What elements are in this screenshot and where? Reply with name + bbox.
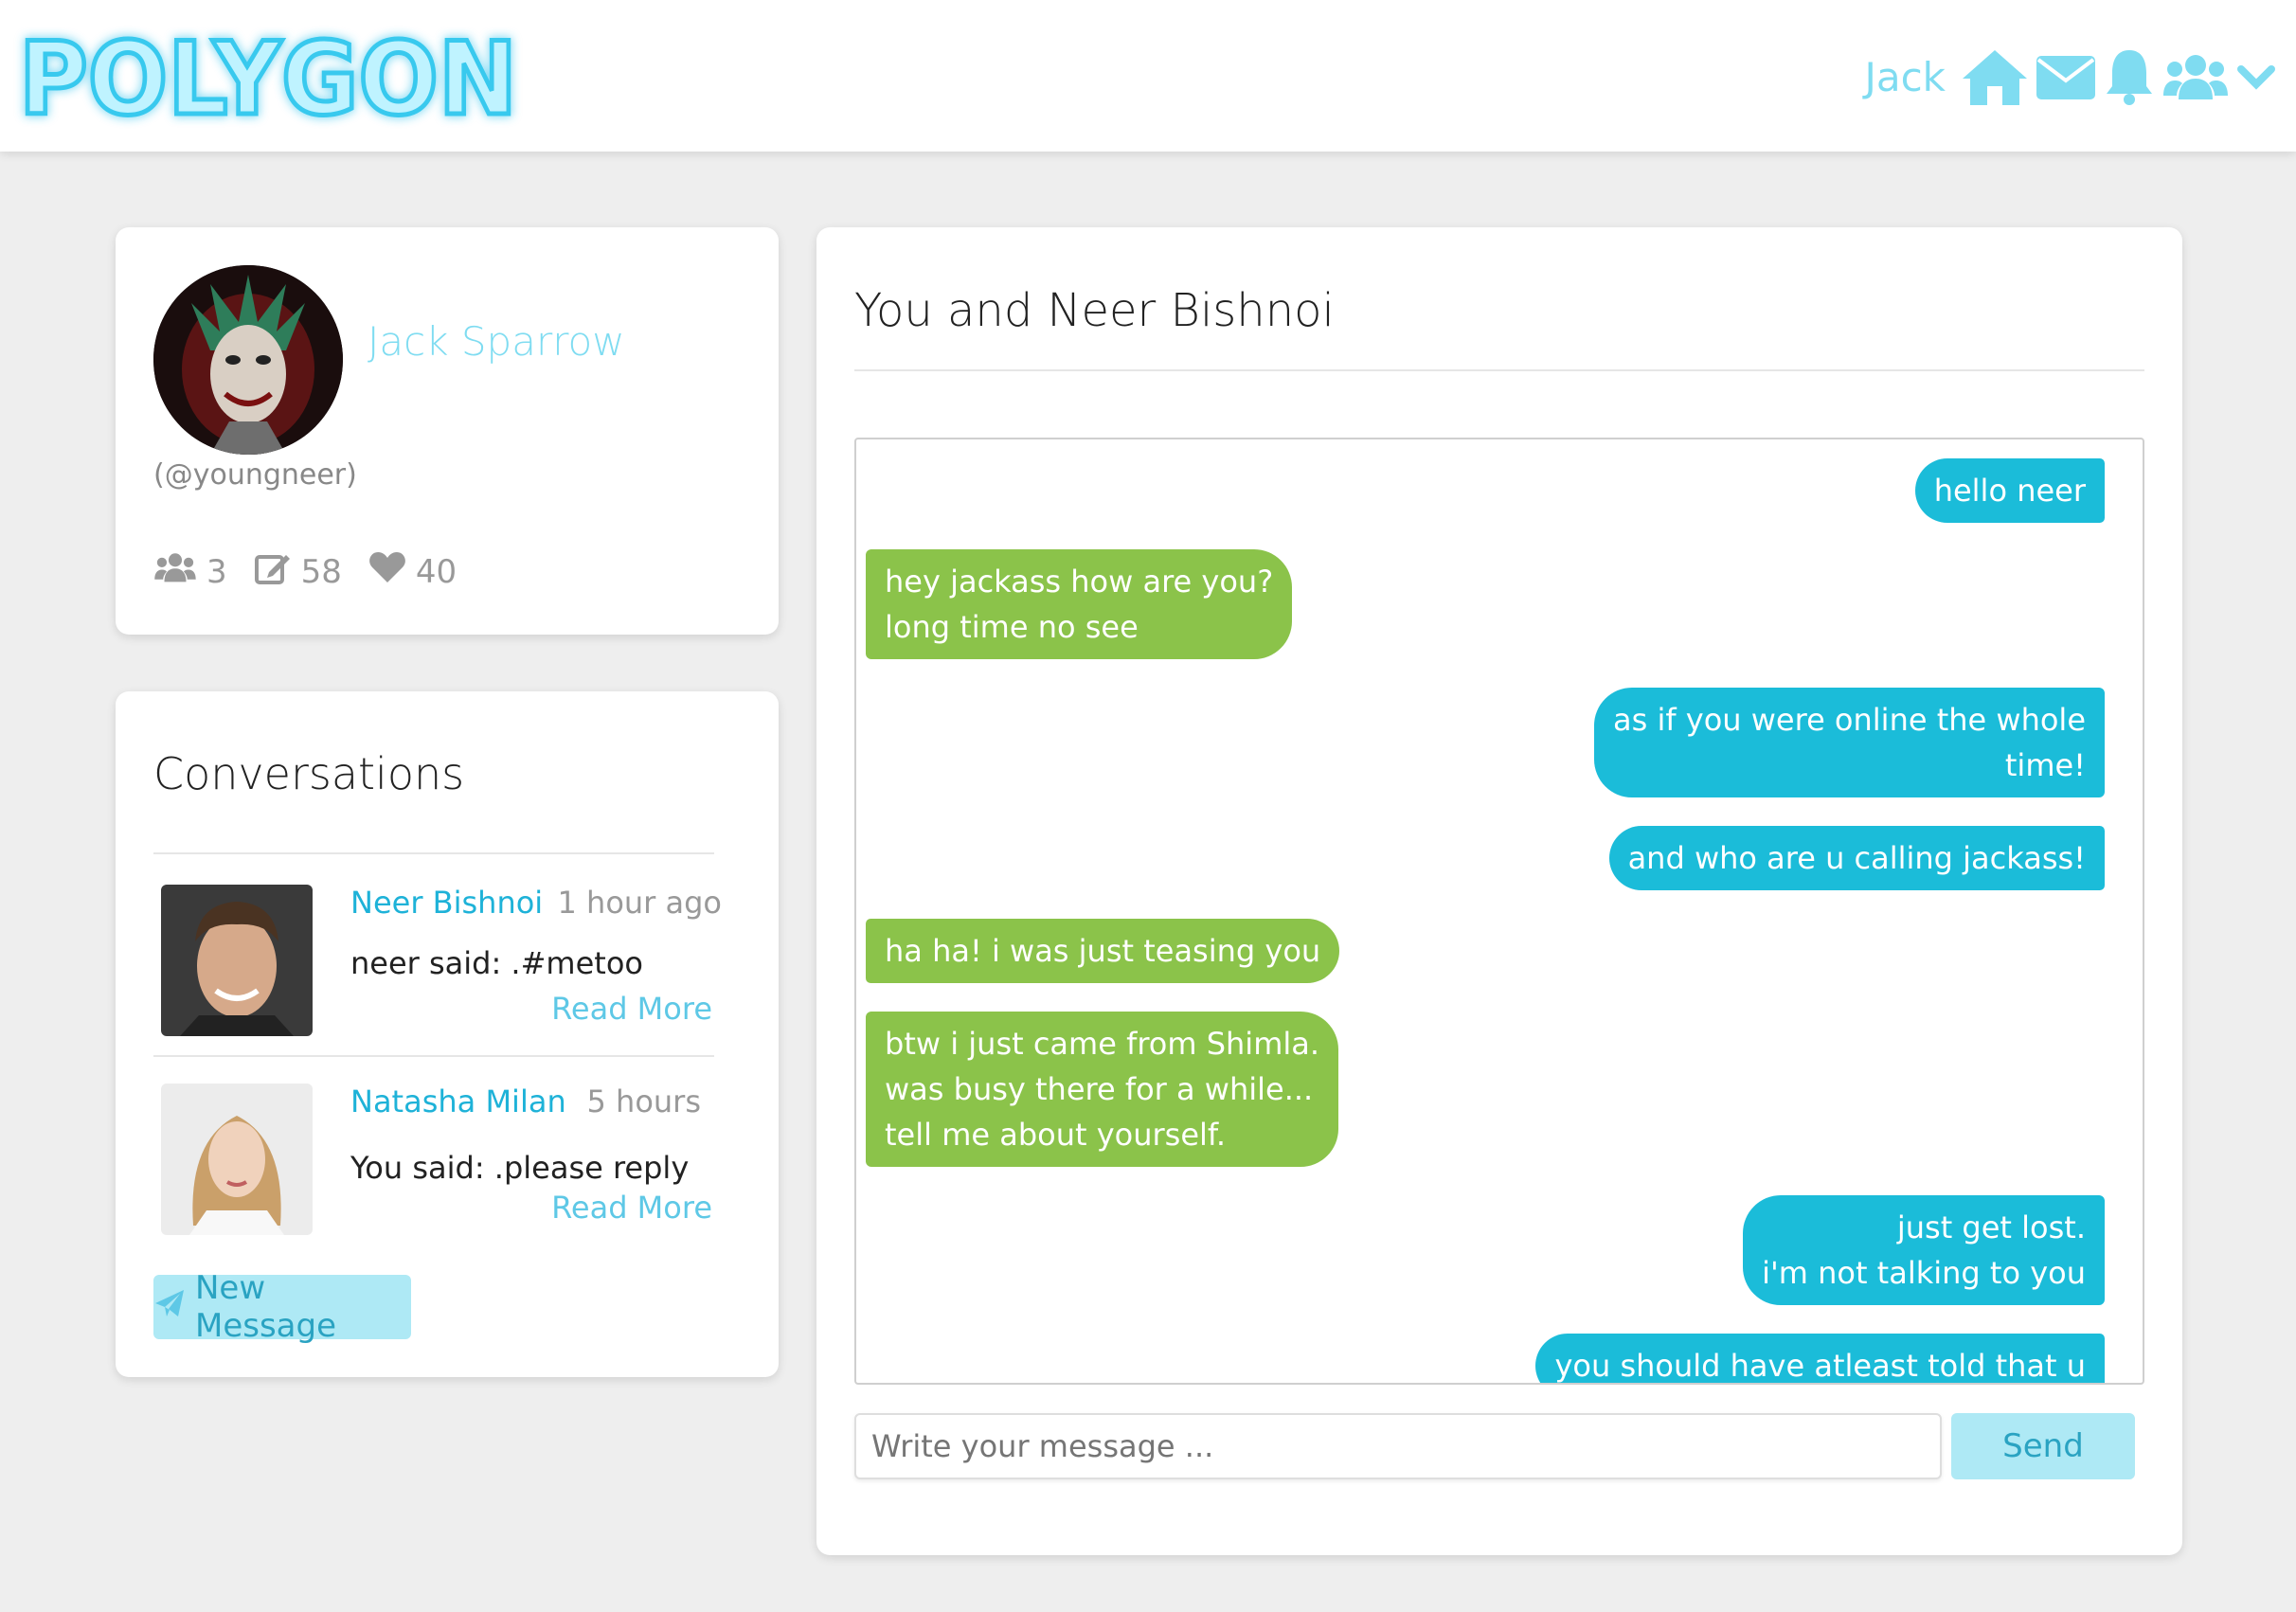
message-line: tell me about yourself. <box>885 1117 1227 1153</box>
outgoing-message: you should have atleast told that u <box>1535 1334 2105 1384</box>
message-line: ha ha! i was just teasing you <box>885 933 1321 969</box>
chat-title-divider <box>854 369 2144 371</box>
message-thread[interactable]: hello neer hey jackass how are you? long… <box>854 438 2144 1385</box>
profile-stats: 3 58 40 <box>153 549 483 594</box>
chevron-down-icon[interactable] <box>2235 58 2277 96</box>
conversation-name[interactable]: Natasha Milan <box>350 1084 566 1119</box>
conversation-item[interactable]: Natasha Milan 5 hours You said: .please … <box>161 1084 722 1245</box>
conversation-item[interactable]: Neer Bishnoi 1 hour ago neer said: .#met… <box>161 885 722 1046</box>
home-icon[interactable] <box>1961 46 2029 107</box>
paper-plane-icon <box>153 1288 195 1327</box>
conversations-divider <box>153 1055 714 1057</box>
message-line: hey jackass how are you? <box>885 564 1274 600</box>
posts-stat[interactable]: 58 <box>254 549 342 594</box>
users-icon <box>153 550 206 593</box>
conversation-preview: You said: .please reply <box>350 1150 690 1186</box>
message-line: long time no see <box>885 609 1139 645</box>
envelope-icon[interactable] <box>2035 50 2097 103</box>
message-line: as if you were online the whole <box>1613 702 2086 738</box>
conversation-avatar[interactable] <box>161 885 313 1036</box>
message-line: btw i just came from Shimla. <box>885 1026 1320 1062</box>
conversation-time: 1 hour ago <box>557 885 723 921</box>
conversation-time: 5 hours <box>586 1084 702 1119</box>
friends-stat[interactable]: 3 <box>153 550 227 593</box>
message-line: you should have atleast told that u <box>1554 1348 2086 1384</box>
outgoing-message: as if you were online the whole time! <box>1594 688 2105 797</box>
profile-handle: (@youngneer) <box>153 458 357 492</box>
message-line: i'm not talking to you <box>1762 1255 2086 1291</box>
profile-name[interactable]: Jack Sparrow <box>368 318 625 365</box>
logo-text: POLYGON <box>19 21 517 133</box>
incoming-message: btw i just came from Shimla. was busy th… <box>866 1012 1339 1167</box>
likes-stat[interactable]: 40 <box>368 550 457 593</box>
message-line: hello neer <box>1933 473 2086 509</box>
outgoing-message: and who are u calling jackass! <box>1608 826 2105 890</box>
conversation-avatar[interactable] <box>161 1084 313 1235</box>
top-header: POLYGON Jack <box>0 0 2296 152</box>
likes-count: 40 <box>415 552 457 591</box>
message-line: time! <box>2004 747 2086 783</box>
nav-username[interactable]: Jack <box>1864 54 1946 100</box>
incoming-message: hey jackass how are you? long time no se… <box>866 549 1293 659</box>
conversations-card: Conversations Neer Bishnoi 1 hour ago ne… <box>116 691 779 1377</box>
send-button[interactable]: Send <box>1951 1413 2135 1479</box>
profile-card: Jack Sparrow (@youngneer) 3 58 40 <box>116 227 779 635</box>
conversations-divider <box>153 852 714 854</box>
posts-count: 58 <box>300 552 342 591</box>
message-input[interactable] <box>854 1413 1942 1479</box>
outgoing-message: just get lost. i'm not talking to you <box>1743 1195 2105 1305</box>
outgoing-message: hello neer <box>1914 458 2105 523</box>
conversations-title: Conversations <box>153 748 465 799</box>
conversation-name[interactable]: Neer Bishnoi <box>350 885 543 921</box>
bell-icon[interactable] <box>2103 46 2156 107</box>
new-message-button[interactable]: New Message <box>153 1269 411 1345</box>
users-icon[interactable] <box>2161 48 2230 105</box>
profile-avatar[interactable] <box>153 265 343 455</box>
message-line: and who are u calling jackass! <box>1627 840 2086 876</box>
heart-icon <box>368 550 416 593</box>
read-more-link[interactable]: Read More <box>551 1190 712 1226</box>
edit-icon <box>254 549 301 594</box>
friends-count: 3 <box>206 552 227 591</box>
chat-card: You and Neer Bishnoi hello neer hey jack… <box>816 227 2182 1555</box>
read-more-link[interactable]: Read More <box>551 991 712 1027</box>
message-line: just get lost. <box>1896 1209 2086 1245</box>
new-message-label: New Message <box>195 1269 337 1345</box>
polygon-logo[interactable]: POLYGON <box>13 21 525 133</box>
chat-title: You and Neer Bishnoi <box>854 284 1335 337</box>
top-nav: Jack <box>1864 34 2277 119</box>
incoming-message: ha ha! i was just teasing you <box>866 919 1340 983</box>
conversation-preview: neer said: .#metoo <box>350 945 643 981</box>
message-line: was busy there for a while... <box>885 1071 1314 1107</box>
